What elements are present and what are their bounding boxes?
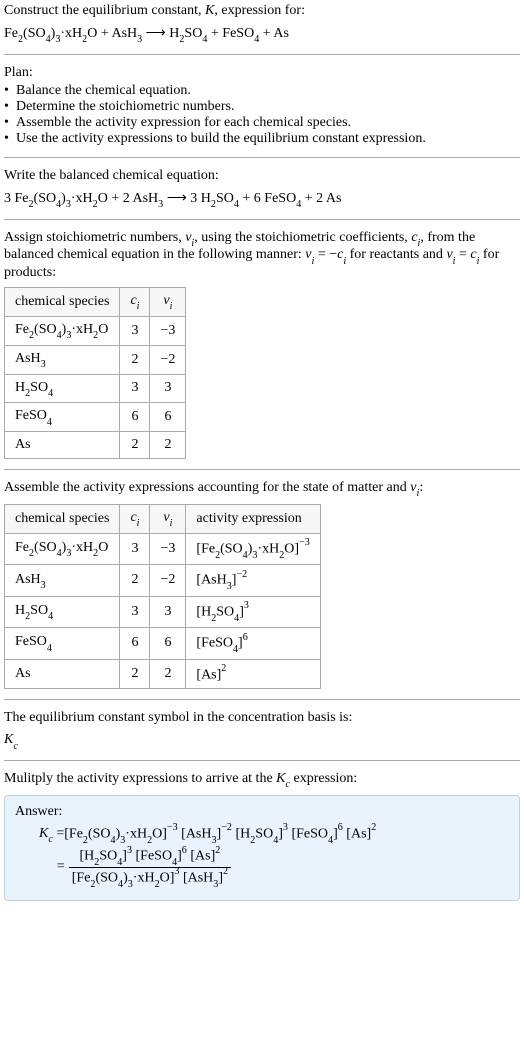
reactant-1: Fe2(SO4)3·xH2O [15, 191, 108, 206]
table-header: chemical species ci νi [5, 288, 186, 317]
plus: + [259, 26, 273, 41]
eqconst-label: The equilibrium constant symbol in the c… [4, 710, 520, 726]
top-equation: Fe2(SO4)3·xH2O + AsH3 ⟶ H2SO4 + FeSO4 + … [4, 25, 520, 44]
col-ci: ci [120, 288, 150, 317]
kc-expression-line2: Kc = [H2SO4]3 [FeSO4]6 [As]2 [Fe2(SO4)3·… [39, 846, 509, 888]
reactant-2: AsH3 [111, 26, 142, 41]
table-row: H2SO433 [5, 374, 186, 403]
table-row: As22[As]2 [5, 659, 321, 689]
bullet-icon: • [4, 131, 16, 147]
plan-item: •Determine the stoichiometric numbers. [4, 99, 520, 115]
plan-block: Plan: •Balance the chemical equation. •D… [4, 65, 520, 147]
product-3: As [273, 26, 289, 41]
header-text-2: , expression for: [214, 3, 305, 18]
bullet-icon: • [4, 115, 16, 131]
table-row: As22 [5, 432, 186, 459]
divider [4, 699, 520, 700]
activity-table: chemical species ci νi activity expressi… [4, 504, 321, 689]
table-row: H2SO433[H2SO4]3 [5, 596, 321, 627]
plus: + [97, 26, 111, 41]
col-nui: νi [150, 288, 186, 317]
assign-text: Assign stoichiometric numbers, νi, using… [4, 230, 520, 282]
plan-item: •Balance the chemical equation. [4, 83, 520, 99]
product-1: H2SO4 [169, 26, 207, 41]
table-row: AsH32−2[AsH3]−2 [5, 565, 321, 596]
header-K: K [205, 3, 214, 18]
plan-item: •Assemble the activity expression for ea… [4, 115, 520, 131]
plan-list: •Balance the chemical equation. •Determi… [4, 83, 520, 147]
activity-label: Assemble the activity expressions accoun… [4, 480, 520, 498]
reactant-1: Fe2(SO4)3·xH2O [4, 26, 97, 41]
table-header: chemical species ci νi activity expressi… [5, 504, 321, 533]
arrow: ⟶ [142, 26, 169, 41]
table-row: Fe2(SO4)3·xH2O3−3[Fe2(SO4)3·xH2O]−3 [5, 533, 321, 564]
fraction: [H2SO4]3 [FeSO4]6 [As]2 [Fe2(SO4)3·xH2O]… [69, 846, 231, 888]
table-row: Fe2(SO4)3·xH2O3−3 [5, 316, 186, 345]
divider [4, 54, 520, 55]
divider [4, 760, 520, 761]
divider [4, 219, 520, 220]
header: Construct the equilibrium constant, K, e… [4, 3, 520, 19]
product-2: FeSO4 [264, 191, 301, 206]
table-row: FeSO466[FeSO4]6 [5, 628, 321, 659]
table-row: FeSO466 [5, 403, 186, 432]
product-2: FeSO4 [222, 26, 259, 41]
divider [4, 157, 520, 158]
table-row: AsH32−2 [5, 345, 186, 374]
multiply-label: Mulitply the activity expressions to arr… [4, 771, 520, 789]
answer-label: Answer: [15, 804, 509, 820]
plan-item: •Use the activity expressions to build t… [4, 131, 520, 147]
stoich-table: chemical species ci νi Fe2(SO4)3·xH2O3−3… [4, 287, 186, 459]
kc-expression-line1: Kc = [Fe2(SO4)3·xH2O]−3 [AsH3]−2 [H2SO4]… [39, 824, 509, 844]
numerator: [H2SO4]3 [FeSO4]6 [As]2 [69, 846, 231, 867]
plus: + [207, 26, 222, 41]
header-text-1: Construct the equilibrium constant, [4, 3, 205, 18]
answer-box: Answer: Kc = [Fe2(SO4)3·xH2O]−3 [AsH3]−2… [4, 795, 520, 901]
bullet-icon: • [4, 99, 16, 115]
divider [4, 469, 520, 470]
balanced-equation: 3 Fe2(SO4)3·xH2O + 2 AsH3 ⟶ 3 H2SO4 + 6 … [4, 190, 520, 209]
reactant-2: AsH3 [132, 191, 163, 206]
product-3: As [326, 191, 342, 206]
eqconst-symbol: Kc [4, 732, 520, 750]
balanced-label: Write the balanced chemical equation: [4, 168, 520, 184]
col-species: chemical species [5, 288, 120, 317]
bullet-icon: • [4, 83, 16, 99]
plan-title: Plan: [4, 65, 520, 81]
product-1: H2SO4 [201, 191, 239, 206]
denominator: [Fe2(SO4)3·xH2O]3 [AsH3]2 [69, 868, 231, 888]
